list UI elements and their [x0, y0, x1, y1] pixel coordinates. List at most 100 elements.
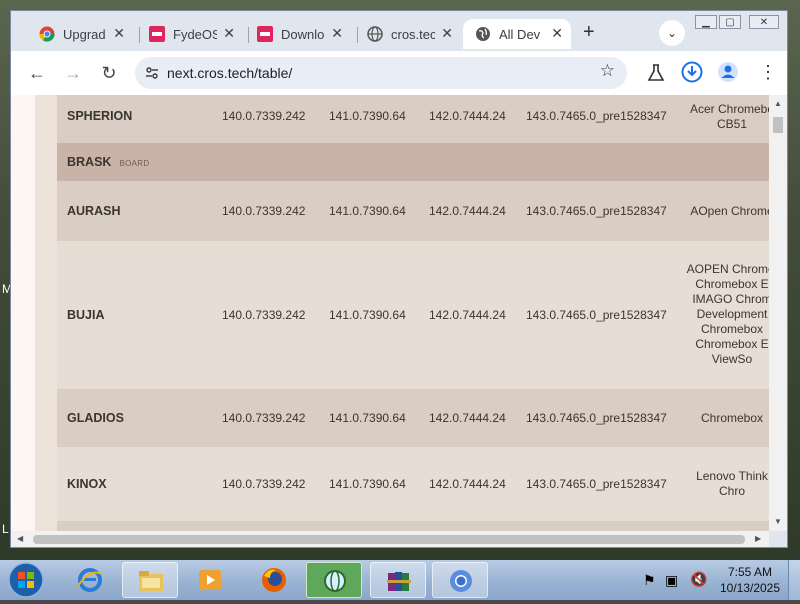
- taskbar-app-green[interactable]: [306, 562, 362, 598]
- device-description: AOPEN Chromel Chromebox E IMAGO Chrom De…: [677, 262, 769, 367]
- board-tag: BOARD: [119, 159, 150, 168]
- version-cell: 140.0.7339.242: [222, 308, 306, 322]
- minimize-button[interactable]: ▁: [695, 15, 717, 29]
- firefox-icon: [262, 568, 286, 592]
- close-icon[interactable]: ✕: [441, 25, 453, 42]
- fydeos-icon: [149, 26, 165, 42]
- board-name-text: BRASK: [67, 155, 112, 169]
- version-cell: 141.0.7390.64: [329, 109, 406, 123]
- version-cell: 140.0.7339.242: [222, 109, 306, 123]
- taskbar-chrome[interactable]: [432, 562, 488, 598]
- tab-separator: [139, 27, 140, 43]
- speaker-muted-icon[interactable]: 🔇: [690, 571, 707, 588]
- taskbar-explorer[interactable]: [122, 562, 178, 598]
- version-cell: 141.0.7390.64: [329, 308, 406, 322]
- table-row[interactable]: AURASH 140.0.7339.242 141.0.7390.64 142.…: [57, 181, 769, 241]
- scroll-thumb[interactable]: [33, 535, 745, 544]
- board-header-row: BRASK BOARD: [57, 143, 769, 181]
- scroll-thumb[interactable]: [773, 117, 783, 133]
- flag-icon[interactable]: ⚑: [643, 572, 656, 589]
- taskbar-media[interactable]: [182, 562, 238, 598]
- chevron-down-icon: ⌄: [666, 26, 678, 40]
- desc-line: Chromebox: [700, 411, 764, 425]
- desktop-text-l: L: [2, 522, 9, 536]
- desc-line: ViewSo: [711, 352, 753, 366]
- close-window-button[interactable]: ✕: [749, 15, 779, 29]
- reload-button[interactable]: ↻: [97, 61, 121, 85]
- new-tab-button[interactable]: +: [583, 21, 595, 44]
- version-cell: 141.0.7390.64: [329, 477, 406, 491]
- show-desktop-button[interactable]: [788, 560, 800, 600]
- table-row[interactable]: KINOX 140.0.7339.242 141.0.7390.64 142.0…: [57, 447, 769, 521]
- version-cell: 143.0.7465.0_pre1528347: [526, 204, 667, 218]
- scroll-right-arrow-icon[interactable]: ▶: [755, 534, 761, 543]
- table-row[interactable]: GLADIOS 140.0.7339.242 141.0.7390.64 142…: [57, 389, 769, 447]
- desc-line: IMAGO Chrom: [692, 292, 769, 306]
- download-icon[interactable]: [681, 61, 703, 83]
- menu-kebab-icon[interactable]: ⋮: [759, 61, 777, 83]
- table-row[interactable]: BUJIA 140.0.7339.242 141.0.7390.64 142.0…: [57, 241, 769, 389]
- scroll-down-arrow-icon[interactable]: ▼: [774, 517, 782, 526]
- device-name: SPHERION: [67, 109, 133, 123]
- scroll-left-arrow-icon[interactable]: ◀: [17, 534, 23, 543]
- close-icon[interactable]: ✕: [331, 25, 343, 42]
- vertical-scrollbar[interactable]: ▲ ▼: [769, 95, 787, 531]
- tab-fydeos[interactable]: FydeOS ✕: [143, 19, 243, 49]
- tab-search-button[interactable]: ⌄: [659, 20, 685, 46]
- page-left-margin: [11, 95, 35, 531]
- version-cell: 142.0.7444.24: [429, 477, 506, 491]
- desc-line: Chromebox: [700, 322, 764, 336]
- tab-title: Downlo: [281, 26, 325, 42]
- network-icon[interactable]: ▣: [665, 572, 678, 589]
- globe-network-icon: [324, 570, 346, 592]
- fydeos-icon: [257, 26, 273, 42]
- tab-all-devices[interactable]: All Dev ✕: [463, 19, 571, 49]
- desc-line: AOpen Chrome: [690, 204, 769, 218]
- tab-download[interactable]: Downlo ✕: [251, 19, 351, 49]
- version-cell: 143.0.7465.0_pre1528347: [526, 411, 667, 425]
- close-icon[interactable]: ✕: [113, 25, 125, 42]
- device-description: AOpen Chrome: [677, 204, 769, 219]
- taskbar: ⚑ ▣ 🔇 7:55 AM 10/13/2025: [0, 560, 800, 600]
- close-icon[interactable]: ✕: [551, 25, 563, 42]
- table-row[interactable]: SPHERION 140.0.7339.242 141.0.7390.64 14…: [57, 95, 769, 143]
- maximize-button[interactable]: ▢: [719, 15, 741, 29]
- clock-time: 7:55 AM: [727, 565, 773, 579]
- version-cell: 143.0.7465.0_pre1528347: [526, 308, 667, 322]
- desc-line: AOPEN Chromel: [686, 262, 769, 276]
- taskbar-clock[interactable]: 7:55 AM 10/13/2025: [715, 564, 785, 596]
- tab-separator: [357, 27, 358, 43]
- chromium-icon: [450, 570, 472, 592]
- bookmark-star-icon[interactable]: ☆: [600, 61, 615, 81]
- table-row: [57, 521, 769, 531]
- chrome-icon: [39, 26, 55, 42]
- taskbar-firefox[interactable]: [246, 562, 302, 598]
- version-cell: 140.0.7339.242: [222, 477, 306, 491]
- profile-avatar-icon[interactable]: [717, 61, 739, 83]
- windows-start-icon: [8, 562, 44, 598]
- address-bar[interactable]: next.cros.tech/table/ ☆: [135, 57, 627, 89]
- version-cell: 142.0.7444.24: [429, 411, 506, 425]
- archive-books-icon: [387, 572, 411, 591]
- back-button[interactable]: ←: [25, 61, 49, 85]
- horizontal-scrollbar[interactable]: ◀ ▶: [11, 531, 769, 547]
- tab-cros-tech[interactable]: cros.tec ✕: [361, 19, 461, 49]
- page-left-bar: [35, 95, 57, 531]
- version-cell: 140.0.7339.242: [222, 411, 306, 425]
- close-icon[interactable]: ✕: [223, 25, 235, 42]
- taskbar-winrar[interactable]: [370, 562, 426, 598]
- device-name: AURASH: [67, 204, 121, 218]
- desc-line: Chro: [718, 484, 745, 498]
- tab-title: FydeOS: [173, 26, 217, 42]
- forward-button[interactable]: →: [61, 61, 85, 85]
- version-cell: 140.0.7339.242: [222, 204, 306, 218]
- tab-upgrade[interactable]: Upgrad ✕: [33, 19, 133, 49]
- site-settings-icon[interactable]: [145, 66, 159, 80]
- internet-explorer-icon: [77, 568, 103, 592]
- labs-flask-icon[interactable]: [647, 63, 665, 83]
- taskbar-ie[interactable]: [62, 562, 118, 598]
- start-button[interactable]: [6, 561, 46, 599]
- scroll-up-arrow-icon[interactable]: ▲: [774, 99, 782, 108]
- arrow-right-icon: →: [64, 63, 82, 83]
- tab-title: All Dev: [499, 26, 541, 42]
